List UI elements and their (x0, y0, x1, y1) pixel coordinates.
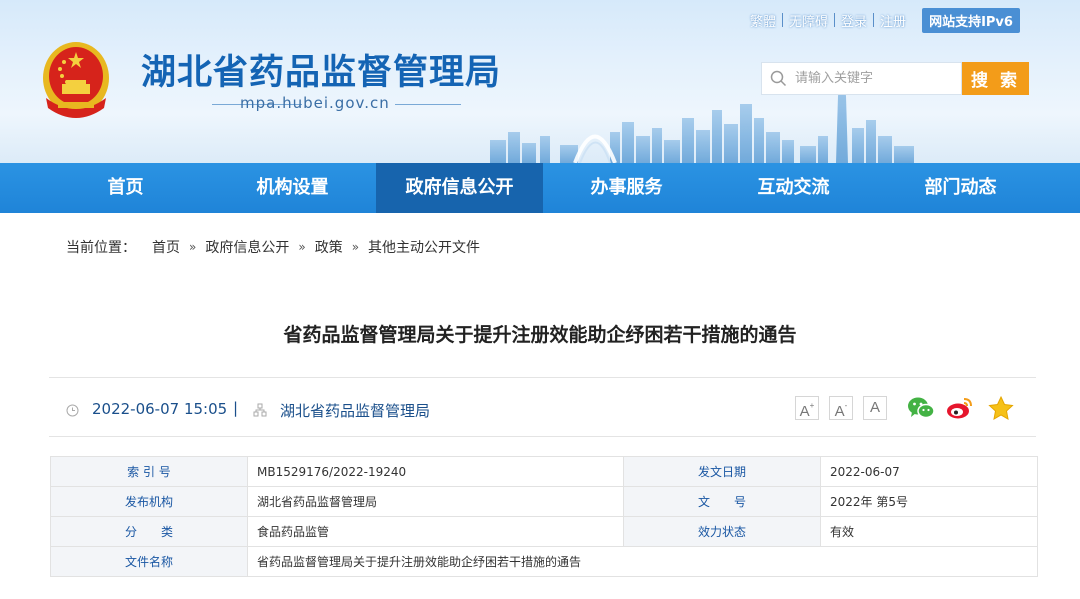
accessibility-link[interactable]: 无障碍 (783, 11, 834, 30)
favorite-star-icon[interactable] (986, 394, 1016, 422)
document-number-label: 文 号 (623, 486, 821, 517)
publish-organization: 湖北省药品监督管理局 (280, 402, 431, 420)
publish-date: 2022-06-07 15:05 (92, 400, 228, 418)
document-meta-table: 索 引 号 MB1529176/2022-19240 发文日期 2022-06-… (50, 456, 1038, 577)
document-number-value: 2022年 第5号 (820, 486, 1038, 517)
national-emblem-logo (43, 42, 109, 118)
category-label: 分 类 (50, 516, 248, 547)
font-medium-label: A (834, 403, 845, 420)
font-size-large-button[interactable]: A+ (795, 396, 819, 420)
issuer-label: 发布机构 (50, 486, 248, 517)
info-separator: | (233, 399, 239, 417)
breadcrumb-gov-info[interactable]: 政府信息公开 (205, 237, 289, 257)
site-header: 湖北省药品监督管理局 mpa.hubei.gov.cn 繁體 无障碍 登录 注册… (0, 0, 1080, 163)
breadcrumb-separator: » (351, 240, 360, 254)
ipv6-badge: 网站支持IPv6 (922, 7, 1020, 33)
search-button[interactable]: 搜 索 (962, 62, 1029, 95)
search-box (761, 62, 962, 95)
font-size-default-button[interactable]: A (863, 396, 887, 420)
breadcrumb-separator: » (298, 240, 306, 254)
wechat-icon[interactable] (906, 394, 936, 422)
register-link[interactable]: 注册 (874, 11, 912, 30)
index-number-label: 索 引 号 (50, 456, 248, 487)
search-icon (770, 70, 787, 86)
table-row: 文件名称 省药品监督管理局关于提升注册效能助企纾困若干措施的通告 (50, 546, 1038, 577)
weibo-icon[interactable] (945, 394, 975, 422)
validity-status-value: 有效 (820, 516, 1038, 547)
nav-home[interactable]: 首页 (42, 163, 209, 213)
site-domain: mpa.hubei.gov.cn (240, 94, 390, 112)
index-number-value: MB1529176/2022-19240 (247, 456, 624, 487)
nav-interaction[interactable]: 互动交流 (710, 163, 877, 213)
top-links: 繁體 无障碍 登录 注册 网站支持IPv6 (744, 7, 1020, 33)
category-value: 食品药品监管 (247, 516, 624, 547)
font-size-medium-button[interactable]: A- (829, 396, 853, 420)
breadcrumb: 当前位置： 首页 » 政府信息公开 » 政策 » 其他主动公开文件 (66, 237, 480, 257)
breadcrumb-home[interactable]: 首页 (152, 237, 180, 257)
font-large-label: A (799, 403, 810, 420)
nav-organization[interactable]: 机构设置 (209, 163, 376, 213)
nav-news[interactable]: 部门动态 (877, 163, 1044, 213)
traditional-chinese-link[interactable]: 繁體 (744, 11, 782, 30)
table-row: 索 引 号 MB1529176/2022-19240 发文日期 2022-06-… (50, 456, 1038, 487)
breadcrumb-separator: » (189, 240, 197, 254)
validity-status-label: 效力状态 (623, 516, 821, 547)
article-info-bar: 2022-06-07 15:05 | 湖北省药品监督管理局 A+ A- A (49, 377, 1036, 437)
organization-icon (253, 403, 267, 417)
breadcrumb-policy[interactable]: 政策 (315, 237, 343, 257)
main-nav: 首页 机构设置 政府信息公开 办事服务 互动交流 部门动态 (0, 163, 1080, 213)
file-name-label: 文件名称 (50, 546, 248, 577)
login-link[interactable]: 登录 (835, 11, 873, 30)
breadcrumb-other-files[interactable]: 其他主动公开文件 (368, 237, 480, 257)
domain-divider-right (395, 104, 461, 105)
file-name-value: 省药品监督管理局关于提升注册效能助企纾困若干措施的通告 (247, 546, 1038, 577)
search-input[interactable] (793, 70, 957, 87)
site-title: 湖北省药品监督管理局 (141, 53, 502, 93)
table-row: 发布机构 湖北省药品监督管理局 文 号 2022年 第5号 (50, 486, 1038, 517)
nav-gov-info[interactable]: 政府信息公开 (376, 163, 543, 213)
issuer-value: 湖北省药品监督管理局 (247, 486, 624, 517)
issue-date-label: 发文日期 (623, 456, 821, 487)
breadcrumb-label: 当前位置： (66, 240, 136, 256)
clock-icon (66, 404, 79, 417)
nav-services[interactable]: 办事服务 (543, 163, 710, 213)
issue-date-value: 2022-06-07 (820, 456, 1038, 487)
table-row: 分 类 食品药品监管 效力状态 有效 (50, 516, 1038, 547)
article-title: 省药品监督管理局关于提升注册效能助企纾困若干措施的通告 (283, 324, 797, 346)
